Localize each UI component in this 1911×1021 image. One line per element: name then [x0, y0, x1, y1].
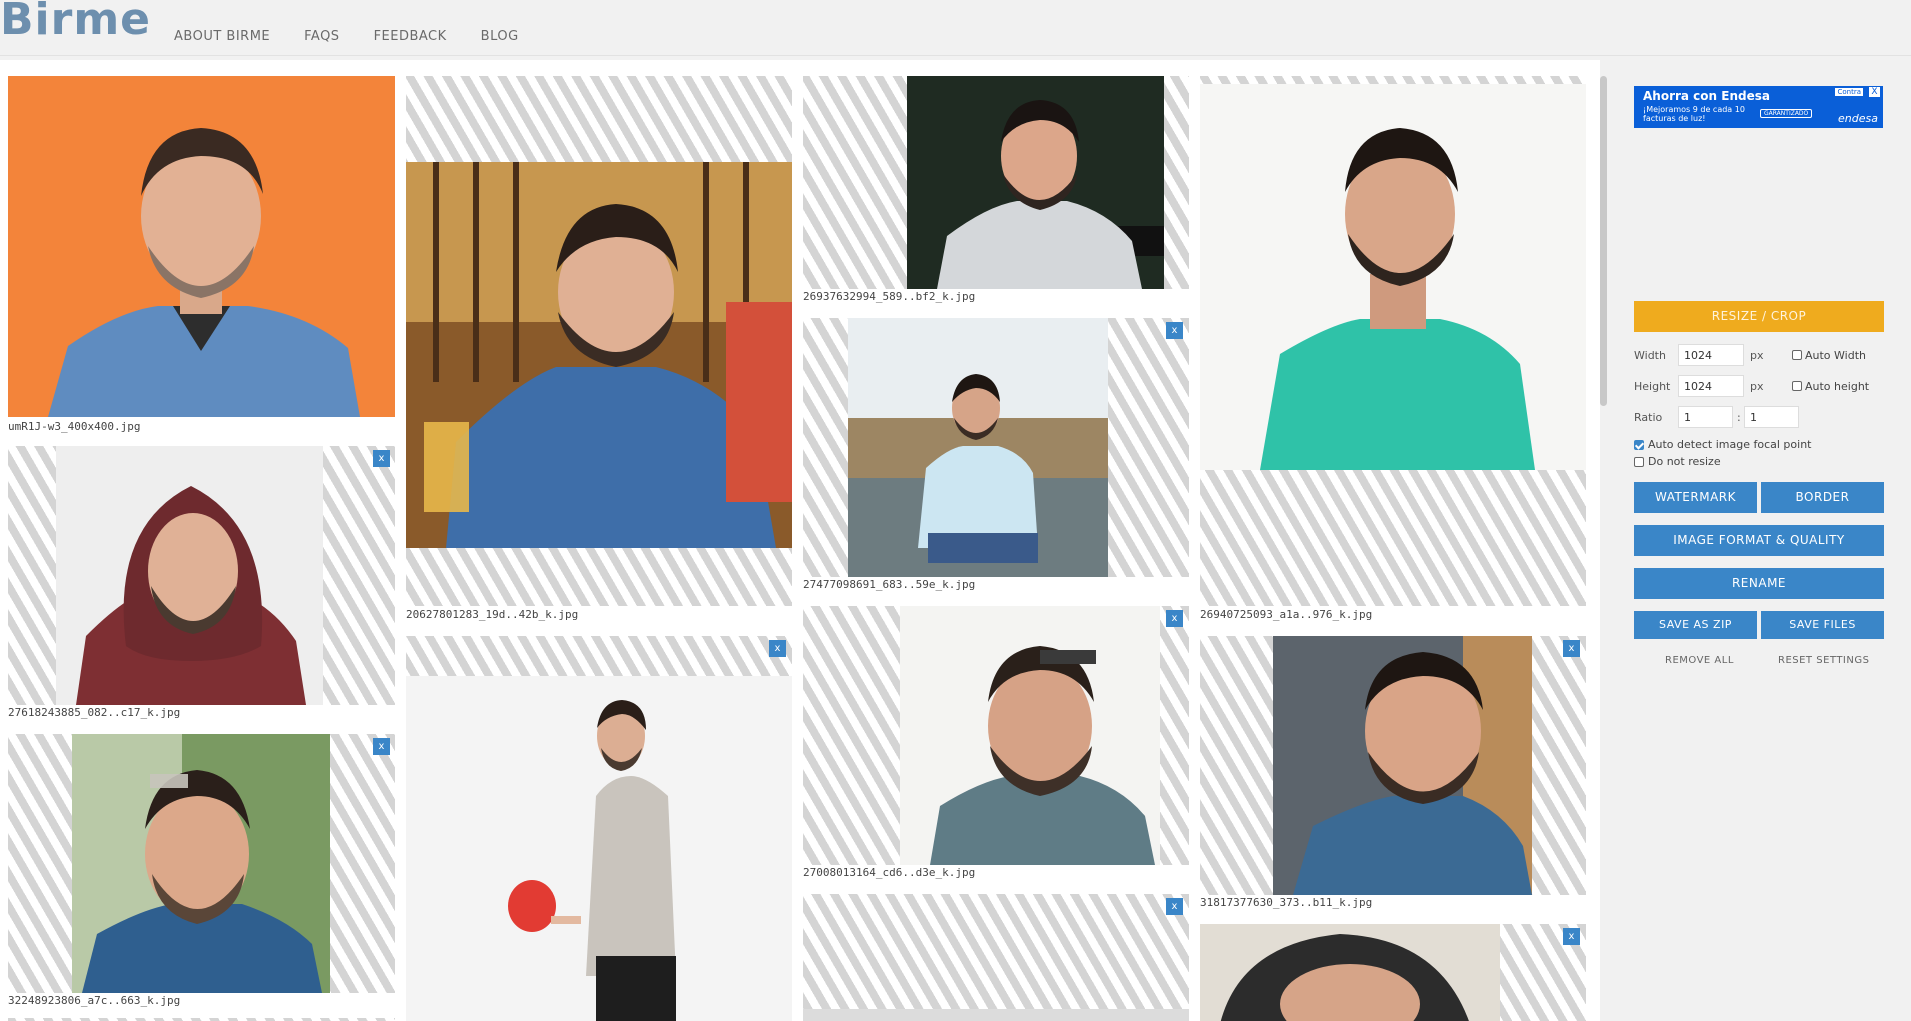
person-photo-icon — [406, 676, 792, 1021]
auto-detect-focal-label: Auto detect image focal point — [1648, 438, 1812, 451]
height-input[interactable] — [1678, 375, 1744, 397]
height-px-label: px — [1750, 380, 1764, 393]
person-photo-icon — [1200, 924, 1500, 1021]
width-px-label: px — [1750, 349, 1764, 362]
remove-image-button[interactable]: x — [769, 640, 786, 657]
image-tile[interactable]: x — [1200, 636, 1586, 895]
auto-height-checkbox[interactable] — [1792, 381, 1802, 391]
ad-badge[interactable]: Contra — [1835, 88, 1863, 96]
resize-crop-button[interactable]: RESIZE / CROP — [1634, 301, 1884, 332]
person-photo-icon — [900, 606, 1160, 865]
image-tile[interactable]: x — [803, 318, 1189, 577]
image-tile[interactable]: x — [8, 446, 395, 705]
image-filename: 20627801283_19d..42b_k.jpg — [406, 608, 579, 621]
height-label: Height — [1634, 380, 1671, 393]
ratio-height-input[interactable] — [1744, 406, 1799, 428]
image-preview — [803, 1009, 1189, 1021]
image-preview — [907, 76, 1164, 289]
remove-image-button[interactable]: x — [1563, 640, 1580, 657]
auto-width-checkbox[interactable] — [1792, 350, 1802, 360]
image-tile[interactable] — [406, 76, 792, 606]
image-preview — [406, 162, 792, 548]
ratio-width-input[interactable] — [1678, 406, 1733, 428]
nav-blog[interactable]: BLOG — [481, 29, 519, 44]
reset-settings-link[interactable]: RESET SETTINGS — [1778, 655, 1869, 666]
ad-banner[interactable]: Ahorra con Endesa ¡Mejoramos 9 de cada 1… — [1634, 86, 1883, 128]
image-gallery: umR1J-w3_400x400.jpg x 27618243885_082..… — [0, 60, 1600, 1021]
ad-close-icon[interactable]: X — [1869, 87, 1880, 97]
person-photo-icon — [56, 446, 323, 705]
remove-image-button[interactable]: x — [373, 450, 390, 467]
image-filename: 27618243885_082..c17_k.jpg — [8, 706, 181, 719]
do-not-resize-checkbox[interactable] — [1634, 457, 1644, 467]
image-preview — [900, 606, 1160, 865]
remove-image-button[interactable]: x — [1166, 610, 1183, 627]
save-as-zip-button[interactable]: SAVE AS ZIP — [1634, 611, 1757, 639]
person-photo-icon — [72, 734, 330, 993]
image-preview — [72, 734, 330, 993]
image-preview — [1273, 636, 1532, 895]
person-photo-icon — [848, 318, 1108, 577]
image-filename: 32248923806_a7c..663_k.jpg — [8, 994, 181, 1007]
image-tile[interactable]: x — [406, 636, 792, 1021]
ad-button[interactable]: GARANTIZADO — [1760, 109, 1813, 118]
ratio-label: Ratio — [1634, 411, 1663, 424]
image-preview — [1200, 84, 1586, 470]
birme-logo[interactable]: Birme — [0, 0, 151, 45]
auto-height-label: Auto height — [1805, 380, 1870, 393]
image-tile[interactable] — [803, 76, 1189, 289]
image-preview — [848, 318, 1108, 577]
image-filename: 31817377630_373..b11_k.jpg — [1200, 896, 1373, 909]
image-preview — [56, 446, 323, 705]
remove-image-button[interactable]: x — [373, 738, 390, 755]
person-photo-icon — [8, 76, 395, 417]
person-photo-icon — [1273, 636, 1532, 895]
image-filename: 27008013164_cd6..d3e_k.jpg — [803, 866, 976, 879]
remove-image-button[interactable]: x — [1563, 928, 1580, 945]
remove-image-button[interactable]: x — [1166, 322, 1183, 339]
ad-subtitle: ¡Mejoramos 9 de cada 10 facturas de luz! — [1643, 105, 1745, 123]
image-preview — [8, 76, 395, 417]
nav-about[interactable]: ABOUT BIRME — [174, 29, 270, 44]
do-not-resize-label: Do not resize — [1648, 455, 1721, 468]
image-format-quality-button[interactable]: IMAGE FORMAT & QUALITY — [1634, 525, 1884, 556]
gallery-scrollbar[interactable] — [1600, 76, 1607, 406]
ratio-separator: : — [1737, 411, 1741, 424]
image-tile[interactable] — [1200, 76, 1586, 606]
ad-brand: endesa — [1838, 112, 1878, 125]
top-header: Birme ABOUT BIRME FAQS FEEDBACK BLOG — [0, 0, 1911, 56]
border-button[interactable]: BORDER — [1761, 482, 1884, 513]
width-input[interactable] — [1678, 344, 1744, 366]
nav-feedback[interactable]: FEEDBACK — [374, 29, 447, 44]
image-filename: 26937632994_589..bf2_k.jpg — [803, 290, 976, 303]
nav-faqs[interactable]: FAQS — [304, 29, 339, 44]
auto-width-label: Auto Width — [1805, 349, 1866, 362]
person-photo-icon — [1200, 84, 1586, 470]
main-nav: ABOUT BIRME FAQS FEEDBACK BLOG — [174, 29, 519, 44]
image-filename: umR1J-w3_400x400.jpg — [8, 420, 141, 433]
person-photo-icon — [406, 162, 792, 548]
ad-title: Ahorra con Endesa — [1643, 89, 1770, 103]
image-tile[interactable]: x — [1200, 924, 1586, 1021]
remove-all-link[interactable]: REMOVE ALL — [1665, 655, 1734, 666]
image-tile[interactable]: x — [803, 894, 1189, 1021]
save-files-button[interactable]: SAVE FILES — [1761, 611, 1884, 639]
image-tile[interactable]: x — [803, 606, 1189, 865]
person-photo-icon — [907, 76, 1164, 289]
rename-button[interactable]: RENAME — [1634, 568, 1884, 599]
watermark-button[interactable]: WATERMARK — [1634, 482, 1757, 513]
remove-image-button[interactable]: x — [1166, 898, 1183, 915]
image-preview — [406, 676, 792, 1021]
image-filename: 26940725093_a1a..976_k.jpg — [1200, 608, 1373, 621]
image-tile[interactable]: x — [8, 734, 395, 993]
image-preview — [1200, 924, 1500, 1021]
auto-detect-focal-checkbox[interactable] — [1634, 440, 1644, 450]
image-tile[interactable] — [8, 76, 395, 417]
image-filename: 27477098691_683..59e_k.jpg — [803, 578, 976, 591]
width-label: Width — [1634, 349, 1666, 362]
